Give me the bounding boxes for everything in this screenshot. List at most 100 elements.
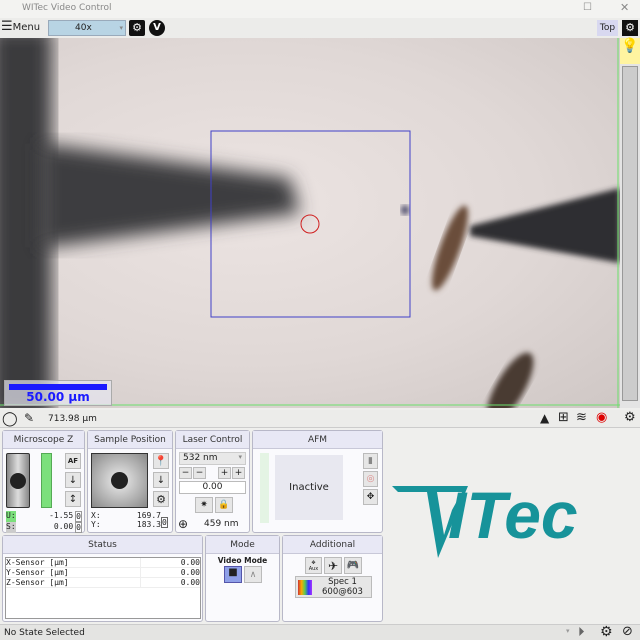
location-pin-icon[interactable]: 📍 (153, 453, 169, 469)
wavelength-value: 532 nm (183, 453, 218, 463)
close-button[interactable]: ✕ (620, 1, 629, 14)
sensor-value: 0.00 (140, 568, 200, 577)
power-up-button[interactable]: + (218, 467, 231, 479)
table-row: Z-Sensor [µm] 0.00 (6, 578, 200, 588)
window-title: WITec Video Control (22, 3, 112, 13)
sensor-value: 0.00 (140, 578, 200, 587)
z-level-bar (41, 453, 52, 508)
camera-settings-icon[interactable]: ⚙ (129, 20, 145, 36)
panel-title: Status (3, 536, 202, 554)
play-icon[interactable]: ⏵ (578, 625, 585, 640)
s-index[interactable]: 0 (75, 522, 82, 533)
afm-panel: AFM Inactive ▮ ◎ ✥ (252, 430, 383, 533)
arrow-down-icon[interactable]: ↓ (153, 472, 169, 488)
circle-tool-icon[interactable]: ◯ (2, 410, 18, 428)
spec-grating: 600@603 (322, 587, 363, 597)
position-index[interactable]: 0 (161, 517, 168, 528)
settings-icon[interactable]: ⚙ (622, 20, 638, 36)
afm-display: Inactive (275, 455, 343, 520)
z-joystick[interactable] (6, 453, 30, 508)
spec-name: Spec 1 (328, 577, 357, 587)
ruler-icon[interactable]: ✎ (24, 411, 34, 425)
disable-icon[interactable]: ⊘ (622, 624, 633, 639)
record-icon[interactable]: ◉ (596, 410, 607, 425)
status-bar: No State Selected ▾ ⏵ ⚙ ⊘ (0, 624, 640, 640)
arrow-down-icon[interactable]: ↓ (65, 472, 81, 488)
witec-logo: ITec (386, 470, 640, 570)
afm-tip-icon[interactable]: ▮ (363, 453, 378, 469)
x-label: X: (91, 511, 101, 520)
power-down-fast-button[interactable]: − (179, 467, 192, 479)
state-text: No State Selected (4, 628, 85, 638)
sensor-name: Z-Sensor [µm] (6, 578, 69, 587)
aux-button[interactable]: ✥ Aux (305, 557, 322, 574)
panel-title: AFM (253, 431, 382, 449)
grid-icon[interactable]: ⊞ (558, 410, 569, 425)
x-value: 169.7 (136, 511, 161, 520)
focus-icon: ⊕ (178, 517, 189, 531)
gear-icon[interactable]: ⚙ (600, 624, 613, 640)
lock-icon[interactable]: 🔒 (215, 497, 233, 513)
panel-title: Additional (283, 536, 382, 554)
lightbulb-icon[interactable]: 💡 (620, 38, 640, 64)
microscope-z-panel: Microscope Z AF ↓ ↕ U: -1.55 0 S: 0.00 0 (2, 430, 85, 533)
sensor-name: X-Sensor [µm] (6, 558, 69, 567)
hamburger-icon: ☰ (1, 19, 13, 34)
objective-select[interactable]: 40x ▾ (48, 20, 126, 36)
additional-panel: Additional ✥ Aux ✈ 🎮 Spec 1 600@603 (282, 535, 383, 622)
u-label: U: (6, 511, 16, 522)
right-sidebar: 💡 (620, 38, 640, 408)
chevron-down-icon[interactable]: ▾ (566, 627, 570, 635)
focus-value: 459 nm (204, 519, 239, 529)
table-row: X-Sensor [µm] 0.00 (6, 558, 200, 568)
panel-title: Laser Control (176, 431, 249, 449)
sensor-value: 0.00 (140, 558, 200, 567)
auto-settings-icon[interactable]: ⚙ (624, 410, 636, 425)
laser-control-panel: Laser Control 532 nm ▾ − − + + 0.00 ✷ 🔒 ⊕… (175, 430, 250, 533)
toolbar: ☰ Menu 40x ▾ ⚙ V Top ⚙ (0, 18, 640, 38)
menu-label: Menu (12, 21, 41, 33)
top-button[interactable]: Top (597, 20, 618, 36)
afm-approach-icon[interactable]: ✥ (363, 489, 378, 505)
s-label: S: (6, 522, 16, 533)
power-field[interactable]: 0.00 (179, 481, 246, 494)
layers-icon[interactable]: ≋ (576, 410, 587, 425)
sample-position-panel: Sample Position 📍 ↓ ⚙ X: 169.7 Y: 183.3 0 (87, 430, 173, 533)
video-bottom-bar: ◯ ✎ 713.98 µm ▲ ⊞ ≋ ◉ ⚙ (0, 410, 640, 428)
spectrometer-button[interactable]: Spec 1 600@603 (295, 576, 372, 598)
laser-on-icon[interactable]: ✷ (195, 497, 213, 513)
title-bar: WITec Video Control ☐ ✕ (0, 0, 640, 18)
u-index[interactable]: 0 (75, 511, 82, 522)
spectrum-icon[interactable]: ∧ (244, 566, 262, 583)
afm-level-bar (260, 453, 269, 523)
u-value: -1.55 (49, 511, 74, 520)
maximize-button[interactable]: ☐ (583, 2, 592, 13)
xy-joystick[interactable] (91, 453, 148, 508)
status-table: X-Sensor [µm] 0.00 Y-Sensor [µm] 0.00 Z-Se… (5, 557, 201, 619)
afm-warning-icon[interactable]: ◎ (363, 471, 378, 487)
mountain-icon[interactable]: ▲ (540, 411, 549, 425)
gamepad-icon[interactable]: 🎮 (344, 557, 362, 574)
v-icon[interactable]: V (149, 20, 165, 36)
field-width: 713.98 µm (48, 414, 97, 424)
scale-bar: 50.00 µm (4, 380, 112, 406)
power-down-button[interactable]: − (193, 467, 206, 479)
mode-label: Video Mode (217, 556, 268, 565)
video-image (0, 38, 620, 408)
autofocus-button[interactable]: AF (65, 453, 81, 469)
panel-title: Mode (206, 536, 279, 554)
power-up-fast-button[interactable]: + (232, 467, 245, 479)
wavelength-select[interactable]: 532 nm ▾ (179, 452, 246, 465)
range-icon[interactable]: ↕ (65, 491, 81, 507)
status-panel: Status X-Sensor [µm] 0.00 Y-Sensor [µm] 0.… (2, 535, 203, 622)
afm-state: Inactive (289, 482, 329, 493)
airplane-icon[interactable]: ✈ (324, 557, 342, 574)
video-view[interactable]: 50.00 µm (0, 38, 620, 408)
scrollbar[interactable] (622, 66, 638, 401)
panel-title: Sample Position (88, 431, 172, 449)
menu-button[interactable]: ☰ Menu (1, 20, 40, 34)
spectrum-color-icon (298, 580, 312, 595)
y-label: Y: (91, 520, 101, 529)
video-camera-icon[interactable]: ■ (224, 566, 242, 583)
gear-icon[interactable]: ⚙ (153, 491, 169, 507)
